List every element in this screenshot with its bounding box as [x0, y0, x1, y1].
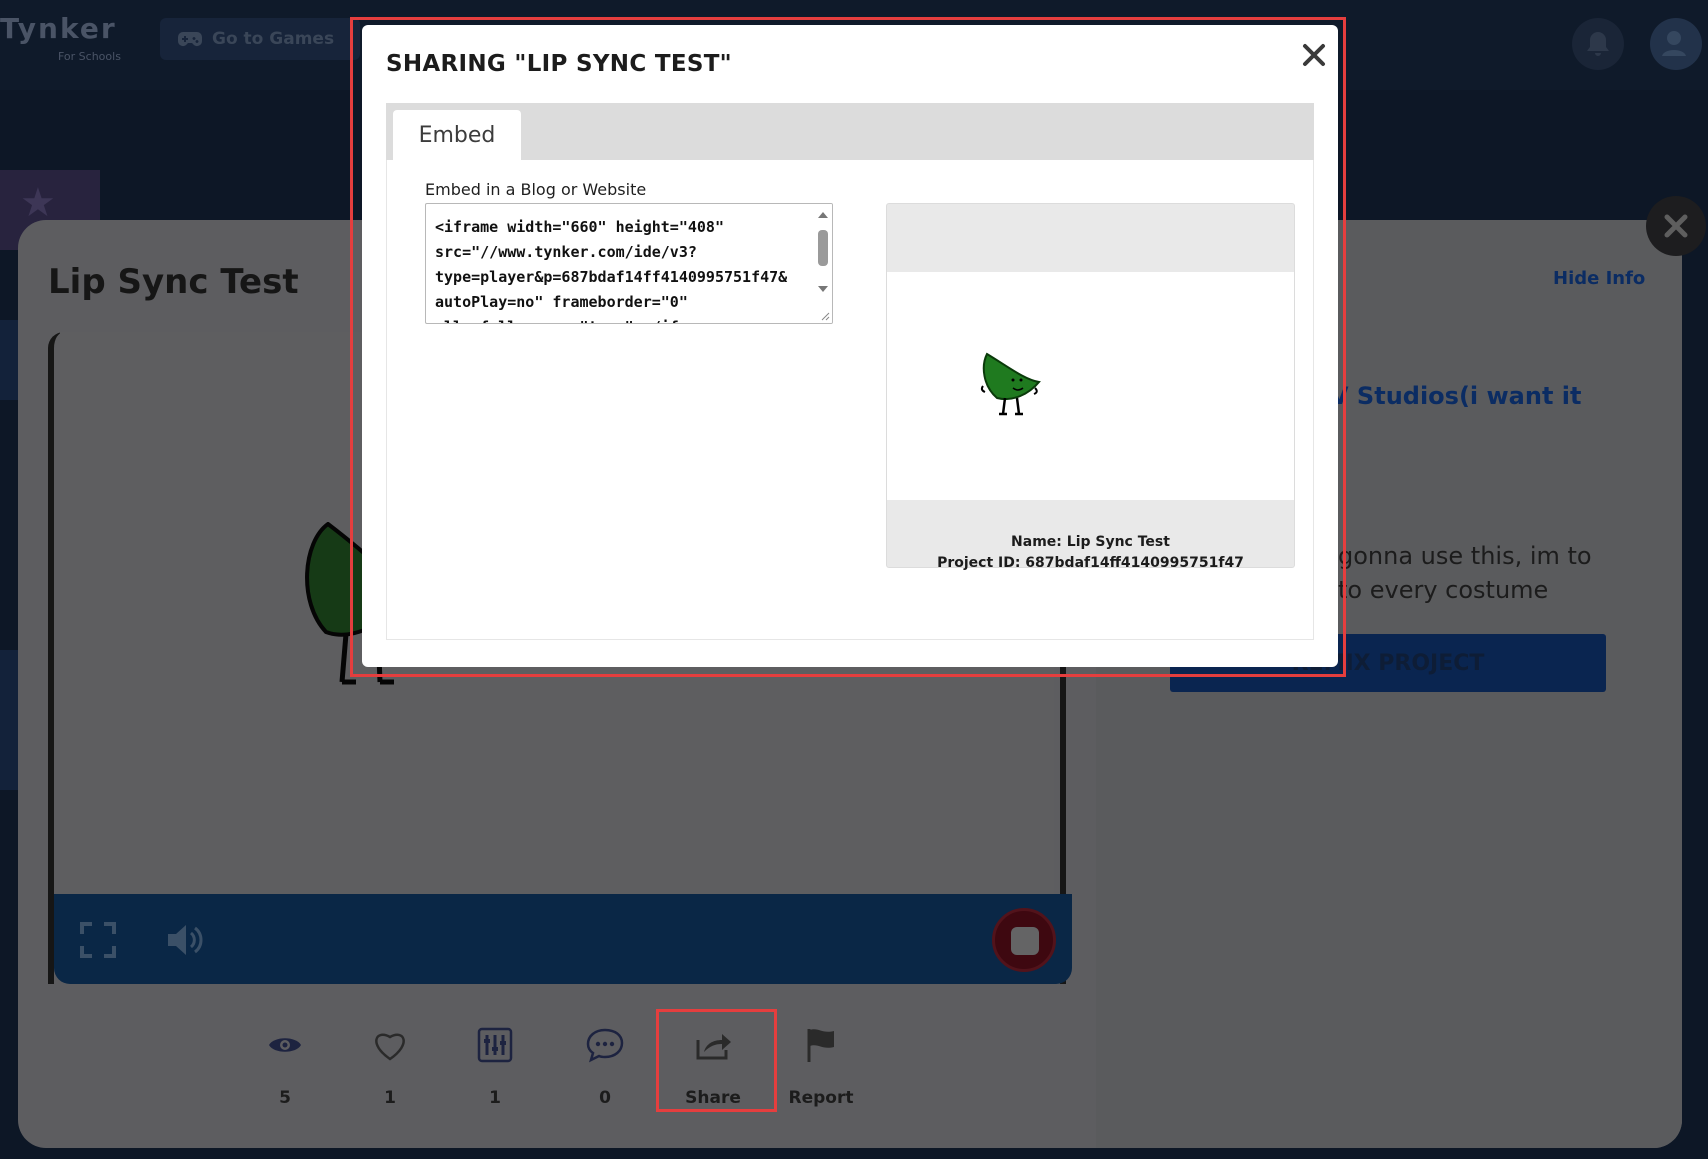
description-line: gonna use this, im to: [1338, 542, 1592, 570]
project-stats-bar: 5 1 1 0 Share Report: [18, 1020, 1118, 1140]
likes-count: 1: [384, 1088, 396, 1108]
embed-code-textarea[interactable]: <iframe width="660" height="408" src="//…: [425, 203, 833, 324]
views-count: 5: [279, 1088, 291, 1108]
embed-code[interactable]: <iframe width="660" height="408" src="//…: [435, 215, 795, 323]
go-to-games-label: Go to Games: [212, 29, 335, 49]
preview-stage: [887, 272, 1294, 500]
eye-icon: [269, 1038, 301, 1052]
gamepad-icon: [178, 32, 202, 46]
stop-button[interactable]: [992, 908, 1056, 972]
tab-embed[interactable]: Embed: [393, 110, 521, 160]
remixes-count: 1: [489, 1088, 501, 1108]
embed-label: Embed in a Blog or Website: [425, 180, 647, 199]
user-avatar-button[interactable]: [1650, 18, 1702, 70]
fullscreen-icon[interactable]: [80, 922, 116, 958]
sharing-modal: SHARING "LIP SYNC TEST" Embed Embed in a…: [362, 25, 1338, 667]
hide-info-link[interactable]: Hide Info: [1553, 268, 1645, 289]
player-controls: [54, 894, 1072, 984]
likes-stat[interactable]: 1: [335, 1020, 445, 1108]
scroll-down-icon[interactable]: [818, 286, 828, 292]
close-icon: [1664, 214, 1688, 238]
stop-icon: [1011, 927, 1039, 955]
share-highlight: [656, 1009, 777, 1112]
project-title: Lip Sync Test: [48, 262, 299, 302]
side-menu-stub[interactable]: [0, 650, 18, 790]
embed-code-scrollbar[interactable]: [814, 204, 832, 323]
studio-link[interactable]: V Studios(i want it: [1330, 382, 1581, 410]
heart-icon: [375, 1033, 405, 1061]
scroll-thumb[interactable]: [818, 230, 828, 266]
report-stat[interactable]: Report: [766, 1020, 876, 1108]
description-line: to every costume: [1338, 576, 1549, 604]
comments-stat[interactable]: 0: [550, 1020, 660, 1108]
share-tab-strip: Embed: [386, 103, 1314, 160]
logo-text: Tynker: [0, 12, 117, 45]
avatar-icon: [1662, 31, 1686, 56]
views-stat: 5: [230, 1020, 340, 1108]
volume-icon[interactable]: [166, 922, 204, 958]
side-menu-stub[interactable]: [0, 320, 18, 400]
flag-icon: [807, 1029, 834, 1062]
resize-grip-icon[interactable]: [820, 311, 830, 321]
tynker-logo[interactable]: Tynker For Schools: [0, 12, 121, 63]
scroll-up-icon[interactable]: [818, 212, 828, 218]
leaf-character-preview: [980, 352, 1041, 416]
go-to-games-button[interactable]: Go to Games: [160, 18, 360, 60]
close-panel-button[interactable]: [1646, 196, 1706, 256]
remixes-stat[interactable]: 1: [440, 1020, 550, 1108]
modal-title: SHARING "LIP SYNC TEST": [386, 51, 732, 77]
bell-icon: [1587, 32, 1609, 56]
close-icon[interactable]: [1300, 41, 1328, 69]
notifications-button[interactable]: [1572, 18, 1624, 70]
comment-icon: [586, 1028, 624, 1063]
report-label: Report: [788, 1088, 854, 1108]
project-name-line: Name: Lip Sync Test: [1011, 534, 1170, 550]
embed-preview: [886, 203, 1295, 568]
comments-count: 0: [599, 1088, 611, 1108]
project-id-line: Project ID: 687bdaf14ff4140995751f47: [937, 555, 1244, 571]
logo-subtext: For Schools: [58, 50, 121, 63]
remix-icon: [477, 1027, 513, 1063]
tab-embed-label: Embed: [418, 122, 496, 148]
